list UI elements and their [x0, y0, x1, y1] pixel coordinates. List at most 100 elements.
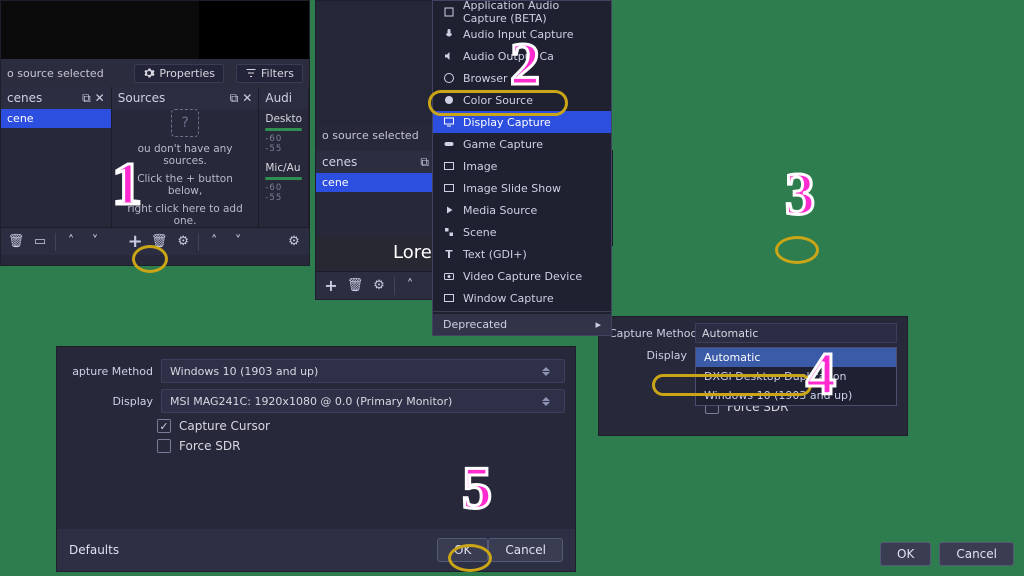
cancel-button[interactable]: Cancel — [939, 542, 1014, 566]
capture-cursor-checkbox[interactable]: Capture Cursor — [157, 419, 575, 433]
step4-properties-panel: Capture Method Automatic Display Automat… — [598, 316, 908, 436]
option-windows10[interactable]: Windows 10 (1903 and up) — [696, 386, 896, 405]
scene-icon — [443, 226, 455, 238]
capture-method-dropdown: Automatic DXGI Desktop Duplication Windo… — [695, 347, 897, 406]
window-icon — [443, 292, 455, 304]
option-automatic[interactable]: Automatic — [696, 348, 896, 367]
image-icon — [443, 160, 455, 172]
add-source-menu: Application Audio Capture (BETA) Audio I… — [432, 0, 612, 336]
slideshow-icon — [443, 182, 455, 194]
sources-header: Sources — [118, 91, 165, 105]
display-label: Display — [609, 349, 687, 362]
close-icon[interactable]: ✕ — [242, 91, 252, 106]
filters-icon — [245, 67, 257, 79]
sources-dock: Sources ⧉ ✕ ? ou don't have any sources.… — [112, 87, 260, 227]
move-up-icon[interactable]: ˄ — [60, 231, 82, 253]
scene-list-item[interactable]: cene — [316, 173, 435, 192]
properties-button[interactable]: Properties — [134, 64, 224, 83]
popout-icon[interactable]: ⧉ — [230, 91, 239, 106]
sources-toolbar: + 🗑 ⚙ ˄ ˅ — [120, 227, 279, 255]
empty-text-2: Click the + button below, — [120, 173, 251, 197]
vu-meter — [265, 177, 302, 180]
filters-label: Filters — [261, 67, 294, 80]
audio-channel-desktop: Deskto -60 -55 — [259, 109, 308, 158]
popout-icon[interactable]: ⧉ — [82, 91, 91, 106]
docks-row: cenes ⧉ ✕ cene Sources ⧉ ✕ ? ou don't ha… — [1, 87, 309, 227]
filters-button[interactable]: Filters — [236, 64, 303, 83]
menu-item-scene[interactable]: Scene — [433, 221, 611, 243]
display-label: Display — [67, 395, 153, 408]
annotation-number-3: 3 — [785, 160, 815, 229]
menu-item-window-capture[interactable]: Window Capture — [433, 287, 611, 309]
popout-icon[interactable]: ⧉ — [420, 155, 429, 170]
capture-method-label: Capture Method — [609, 327, 687, 340]
palette-icon — [443, 94, 455, 106]
speaker-icon — [443, 50, 455, 62]
display-select[interactable]: MSI MAG241C: 1920x1080 @ 0.0 (Primary Mo… — [161, 389, 565, 413]
monitor-icon — [443, 116, 455, 128]
move-up-icon[interactable]: ˄ — [399, 275, 421, 297]
menu-item-text[interactable]: Text (GDI+) — [433, 243, 611, 265]
mixer-toolbar: ⚙ — [279, 227, 309, 255]
move-down-icon[interactable]: ˅ — [227, 231, 249, 253]
annotation-ring-3 — [775, 236, 819, 264]
preview-controls: o source selected Properties Filters — [1, 59, 309, 87]
ok-button[interactable]: OK — [437, 538, 488, 562]
step1-panel: o source selected Properties Filters cen… — [0, 0, 310, 266]
menu-item-browser[interactable]: Browser — [433, 67, 611, 89]
menu-item-video-capture[interactable]: Video Capture Device — [433, 265, 611, 287]
close-icon[interactable]: ✕ — [95, 91, 105, 106]
menu-item-display-capture[interactable]: Display Capture — [433, 111, 611, 133]
trash-icon[interactable]: 🗑 — [5, 231, 27, 253]
scenes-dock: cenes ⧉ ✕ cene — [1, 87, 112, 227]
capture-method-select[interactable]: Windows 10 (1903 and up) — [161, 359, 565, 383]
scene-list-item[interactable]: cene — [1, 109, 111, 128]
stepper-icon[interactable] — [542, 360, 556, 382]
trash-icon[interactable]: 🗑 — [344, 275, 366, 297]
cancel-button[interactable]: Cancel — [488, 538, 563, 562]
option-dxgi[interactable]: DXGI Desktop Duplication — [696, 367, 896, 386]
menu-item-image[interactable]: Image — [433, 155, 611, 177]
menu-item-color-source[interactable]: Color Source — [433, 89, 611, 111]
gamepad-icon — [443, 138, 455, 150]
defaults-button[interactable]: Defaults — [69, 539, 135, 561]
menu-item-media[interactable]: Media Source — [433, 199, 611, 221]
gear-icon[interactable]: ⚙ — [283, 231, 305, 253]
menu-item-game-capture[interactable]: Game Capture — [433, 133, 611, 155]
vu-meter — [265, 128, 302, 131]
sources-empty-state[interactable]: ? ou don't have any sources. Click the +… — [112, 109, 259, 227]
db-scale: -60 -55 — [265, 183, 302, 203]
ok-button[interactable]: OK — [880, 542, 931, 566]
filter-icon[interactable]: ▭ — [29, 231, 51, 253]
capture-method-select[interactable]: Automatic — [695, 323, 897, 343]
scenes-toolbar: 🗑 ▭ ˄ ˅ — [1, 227, 120, 255]
audio-mixer-dock: Audi Deskto -60 -55 Mic/Au -60 -55 — [259, 87, 309, 227]
add-source-button[interactable]: + — [320, 275, 342, 297]
properties-label: Properties — [159, 67, 215, 80]
app-audio-icon — [443, 6, 455, 18]
stepper-icon[interactable] — [542, 390, 556, 412]
menu-item-app-audio[interactable]: Application Audio Capture (BETA) — [433, 1, 611, 23]
preview-area — [1, 1, 309, 59]
no-source-label: o source selected — [7, 67, 104, 80]
menu-item-slideshow[interactable]: Image Slide Show — [433, 177, 611, 199]
gear-icon[interactable]: ⚙ — [368, 275, 390, 297]
capture-method-label: apture Method — [67, 365, 153, 378]
menu-item-audio-output[interactable]: Audio Output Ca — [433, 45, 611, 67]
move-down-icon[interactable]: ˅ — [84, 231, 106, 253]
force-sdr-checkbox[interactable]: Force SDR — [157, 439, 575, 453]
menu-item-audio-input[interactable]: Audio Input Capture — [433, 23, 611, 45]
empty-text-3: right click here to add one. — [120, 203, 251, 227]
move-up-icon[interactable]: ˄ — [203, 231, 225, 253]
no-source-label: o source selected — [322, 129, 419, 142]
audio-channel-mic: Mic/Au -60 -55 — [259, 158, 308, 207]
channel-name: Deskto — [265, 113, 302, 125]
play-icon — [443, 204, 455, 216]
add-source-button[interactable]: + — [124, 231, 146, 253]
text-icon — [443, 248, 455, 260]
menu-item-deprecated[interactable]: Deprecated▸ — [433, 314, 611, 335]
trash-icon[interactable]: 🗑 — [148, 231, 170, 253]
help-icon: ? — [171, 109, 199, 137]
microphone-icon — [443, 28, 455, 40]
gear-icon[interactable]: ⚙ — [172, 231, 194, 253]
